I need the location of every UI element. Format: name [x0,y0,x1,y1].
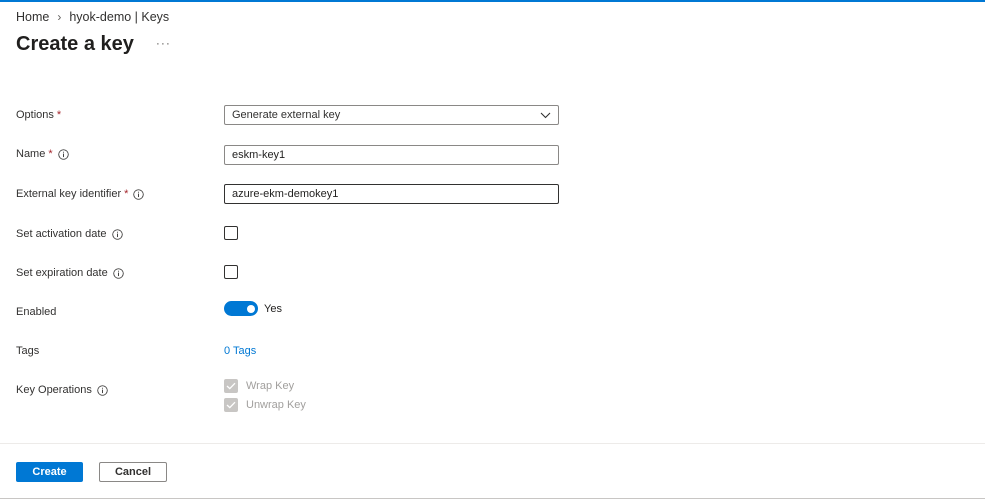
bottom-border [0,498,985,499]
breadcrumb-home[interactable]: Home [16,10,49,24]
expiration-date-label-text: Set expiration date [16,267,108,279]
footer-divider [0,443,985,444]
info-icon[interactable] [57,148,69,160]
external-key-identifier-label-text: External key identifier [16,188,122,200]
breadcrumb-separator-icon: › [57,10,62,24]
required-marker: * [124,188,129,200]
enabled-label: Enabled [16,306,56,318]
required-marker: * [56,109,62,121]
top-accent-bar [0,0,985,2]
unwrap-key-label: Unwrap Key [246,399,306,411]
key-operations-label-text: Key Operations [16,384,92,396]
page-title: Create a key [16,33,134,55]
key-operations-label: Key Operations [16,384,108,396]
title-row: Create a key ··· [16,33,171,56]
name-label-text: Name [16,148,46,160]
info-icon[interactable] [97,384,108,396]
options-selected-value: Generate external key [232,109,341,121]
info-icon[interactable] [111,228,123,240]
options-label: Options * [16,109,61,121]
activation-date-label: Set activation date [16,228,123,240]
enabled-label-text: Enabled [16,306,57,318]
chevron-down-icon [540,112,551,118]
more-options-icon[interactable]: ··· [156,36,171,50]
unwrap-key-checkbox [224,398,238,412]
tags-label-text: Tags [16,345,40,357]
enabled-toggle[interactable] [224,301,258,316]
wrap-key-checkbox [224,379,238,393]
unwrap-key-option: Unwrap Key [224,398,306,412]
tags-link[interactable]: 0 Tags [224,345,256,357]
external-key-identifier-input[interactable] [224,184,559,204]
info-icon[interactable] [113,267,124,279]
checkmark-icon [226,401,236,409]
expiration-date-label: Set expiration date [16,267,124,279]
toggle-knob [247,304,255,313]
activation-date-checkbox[interactable] [224,226,238,240]
tags-label: Tags [16,345,39,357]
info-icon[interactable] [133,188,145,200]
options-dropdown[interactable]: Generate external key [224,105,559,125]
options-label-text: Options [16,109,54,121]
activation-date-label-text: Set activation date [16,228,107,240]
checkmark-icon [226,382,236,390]
create-button[interactable]: Create [16,462,83,482]
wrap-key-option: Wrap Key [224,379,294,393]
name-label: Name * [16,148,69,160]
enabled-toggle-label: Yes [264,303,282,315]
external-key-identifier-label: External key identifier * [16,188,145,200]
cancel-button[interactable]: Cancel [99,462,167,482]
expiration-date-checkbox[interactable] [224,265,238,279]
wrap-key-label: Wrap Key [246,380,295,392]
breadcrumb-keys[interactable]: hyok-demo | Keys [69,10,169,24]
name-input[interactable] [224,145,559,165]
breadcrumb: Home › hyok-demo | Keys [16,10,169,24]
required-marker: * [48,148,53,160]
